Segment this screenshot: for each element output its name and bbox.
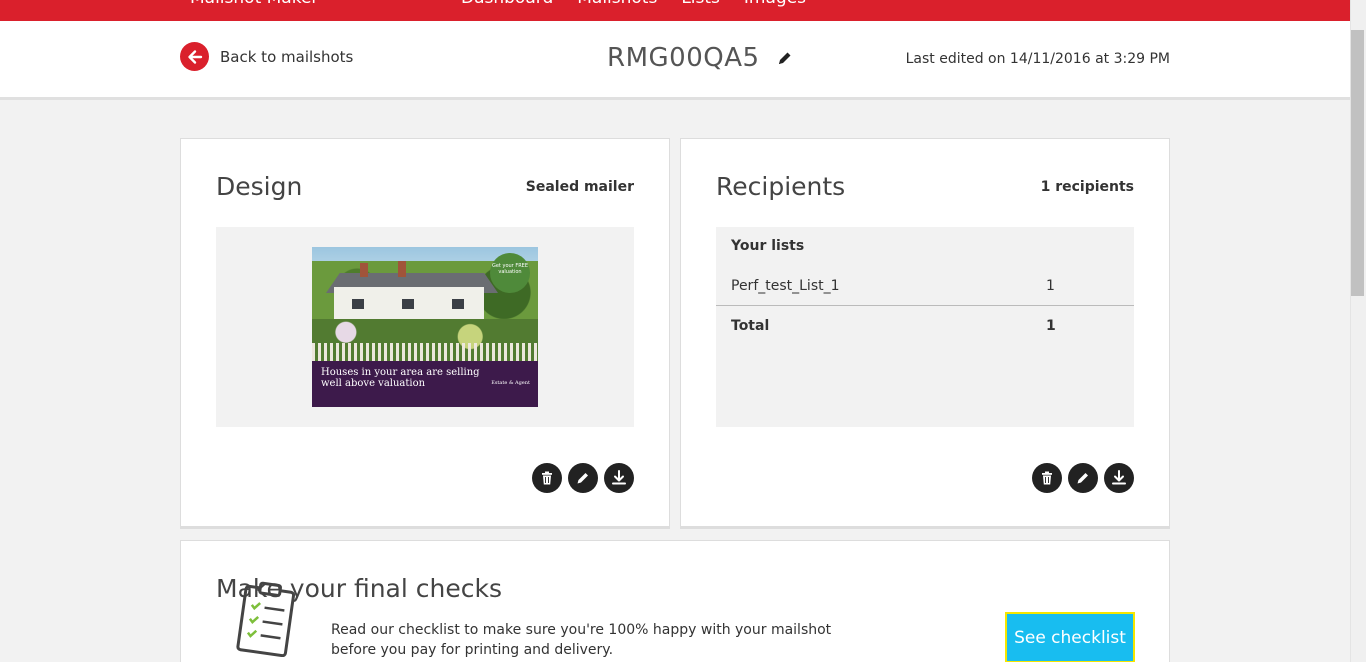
last-edited-timestamp: Last edited on 14/11/2016 at 3:29 PM [905, 51, 1170, 67]
delete-recipients-trash-icon[interactable] [1032, 463, 1062, 493]
back-arrow-icon[interactable] [180, 42, 209, 71]
design-heading: Design [216, 172, 303, 201]
lists-table-header: Your lists [731, 238, 805, 254]
edit-title-pencil-icon[interactable] [776, 49, 794, 67]
top-nav-bar: Mailshot Maker Dashboard Mailshots Lists… [0, 0, 1350, 21]
mailer-type-label: Sealed mailer [525, 179, 634, 195]
mailshot-title-group: RMG00QA5 [607, 43, 794, 73]
preview-fence [312, 343, 538, 361]
download-design-icon[interactable] [604, 463, 634, 493]
back-link-label[interactable]: Back to mailshots [220, 48, 353, 66]
mailer-preview-image[interactable]: Get your FREE valuation Houses in your a… [312, 247, 538, 407]
nav-item-dashboard[interactable]: Dashboard [461, 0, 553, 8]
list-row: Perf_test_List_1 1 [716, 267, 1134, 306]
download-recipients-icon[interactable] [1104, 463, 1134, 493]
see-checklist-button[interactable]: See checklist [1005, 612, 1135, 662]
back-to-mailshots-link[interactable]: Back to mailshots [180, 42, 353, 71]
brand-name[interactable]: Mailshot Maker [190, 0, 318, 8]
preview-window [402, 299, 414, 309]
edit-recipients-pencil-icon[interactable] [1068, 463, 1098, 493]
recipients-card: Recipients 1 recipients Your lists Perf_… [680, 138, 1170, 529]
recipients-count: 1 recipients [1040, 179, 1134, 195]
edit-design-pencil-icon[interactable] [568, 463, 598, 493]
preview-chimney [360, 263, 368, 277]
nav-item-mailshots[interactable]: Mailshots [577, 0, 657, 8]
list-name: Perf_test_List_1 [731, 278, 840, 294]
recipients-actions [1032, 463, 1134, 493]
final-checks-card: Make your final checks Read our checklis… [180, 540, 1170, 662]
mailshot-title: RMG00QA5 [607, 43, 760, 73]
delete-design-trash-icon[interactable] [532, 463, 562, 493]
nav-item-lists[interactable]: Lists [681, 0, 720, 8]
recipients-heading: Recipients [716, 172, 846, 201]
preview-valuation-badge: Get your FREE valuation [490, 253, 530, 293]
preview-chimney [398, 261, 406, 277]
nav-item-images[interactable]: Images [744, 0, 806, 8]
preview-agent-logo: Estate & Agent [491, 380, 530, 386]
final-checks-description: Read our checklist to make sure you're 1… [331, 622, 832, 658]
preview-headline: Houses in your area are selling well abo… [321, 367, 480, 389]
page-header: Back to mailshots RMG00QA5 Last edited o… [0, 21, 1350, 100]
main-nav: Dashboard Mailshots Lists Images [461, 0, 806, 8]
list-count: 1 [1046, 278, 1055, 294]
total-count: 1 [1046, 318, 1056, 334]
total-label: Total [731, 318, 770, 334]
design-actions [532, 463, 634, 493]
design-card: Design Sealed mailer Get your FREE valua… [180, 138, 670, 529]
preview-window [452, 299, 464, 309]
total-row: Total 1 [716, 307, 1134, 346]
design-preview-area: Get your FREE valuation Houses in your a… [216, 227, 634, 427]
preview-window [352, 299, 364, 309]
scrollbar-thumb[interactable] [1351, 30, 1364, 296]
recipient-lists-table: Your lists Perf_test_List_1 1 Total 1 [716, 227, 1134, 427]
final-checks-heading: Make your final checks [216, 574, 502, 603]
